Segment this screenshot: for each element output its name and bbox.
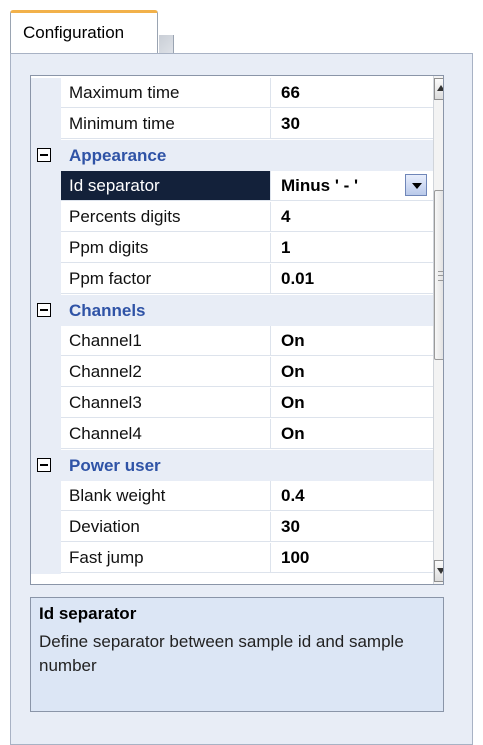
property-value[interactable]: 30 (271, 512, 433, 542)
property-value[interactable]: 4 (271, 202, 433, 232)
row-gutter (31, 388, 61, 419)
collapse-icon[interactable] (37, 303, 51, 317)
property-row[interactable]: Channel2 On (31, 357, 433, 388)
property-name[interactable]: Channel2 (61, 357, 271, 387)
tab-strip: Configuration (0, 0, 483, 66)
property-name[interactable]: Ppm digits (61, 233, 271, 263)
property-row[interactable]: Percents digits 4 (31, 202, 433, 233)
property-row[interactable]: Maximum time 66 (31, 78, 433, 109)
property-name[interactable]: Maximum time (61, 78, 271, 108)
property-row[interactable]: Blank weight 0.4 (31, 481, 433, 512)
property-value[interactable]: On (271, 326, 433, 356)
row-gutter (31, 109, 61, 140)
property-value[interactable]: 100 (271, 543, 433, 573)
vertical-scrollbar[interactable] (433, 76, 443, 584)
property-value[interactable]: 30 (271, 109, 433, 139)
property-name[interactable]: Percents digits (61, 202, 271, 232)
category-title: Power user (69, 456, 161, 475)
row-gutter (31, 543, 61, 574)
property-grid: Maximum time 66 Minimum time 30 Appearance Id… (30, 75, 444, 585)
row-gutter (31, 171, 61, 202)
row-gutter (31, 264, 61, 295)
property-value[interactable]: On (271, 388, 433, 418)
collapse-icon[interactable] (37, 148, 51, 162)
scroll-up-icon[interactable] (434, 78, 443, 100)
description-text: Define separator between sample id and s… (39, 632, 404, 675)
property-row[interactable]: Fast jump 100 (31, 543, 433, 574)
property-row[interactable]: Deviation 30 (31, 512, 433, 543)
property-value[interactable]: 0.01 (271, 264, 433, 294)
collapse-icon[interactable] (37, 458, 51, 472)
tab-label: Configuration (23, 23, 125, 42)
row-gutter (31, 357, 61, 388)
property-name[interactable]: Deviation (61, 512, 271, 542)
property-row[interactable]: Channel4 On (31, 419, 433, 450)
row-gutter (31, 512, 61, 543)
row-gutter (31, 78, 61, 109)
property-value[interactable]: On (271, 419, 433, 449)
scroll-down-icon[interactable] (434, 560, 443, 582)
category-row[interactable]: Appearance (31, 140, 433, 171)
property-value[interactable]: On (271, 357, 433, 387)
property-name[interactable]: Channel4 (61, 419, 271, 449)
dropdown-arrow-icon[interactable] (405, 174, 427, 196)
property-row[interactable]: Channel3 On (31, 388, 433, 419)
category-title: Appearance (69, 146, 167, 165)
tab-configuration[interactable]: Configuration (10, 10, 174, 66)
property-name[interactable]: Ppm factor (61, 264, 271, 294)
property-name[interactable]: Fast jump (61, 543, 271, 573)
category-row[interactable]: Power user (31, 450, 433, 481)
property-name[interactable]: Minimum time (61, 109, 271, 139)
property-name[interactable]: Blank weight (61, 481, 271, 511)
property-value[interactable]: 66 (271, 78, 433, 108)
description-title: Id separator (39, 604, 137, 623)
property-name[interactable]: Id separator (61, 171, 271, 201)
scroll-grip-icon (438, 271, 443, 281)
row-gutter (31, 481, 61, 512)
property-value[interactable]: 1 (271, 233, 433, 263)
row-gutter (31, 202, 61, 233)
property-name[interactable]: Channel3 (61, 388, 271, 418)
property-row[interactable]: Minimum time 30 (31, 109, 433, 140)
property-name[interactable]: Channel1 (61, 326, 271, 356)
property-row[interactable]: Ppm factor 0.01 (31, 264, 433, 295)
description-pane: Id separator Define separator between sa… (30, 597, 444, 712)
property-row[interactable]: Id separator Minus ' - ' (31, 171, 433, 202)
row-gutter (31, 419, 61, 450)
category-row[interactable]: Channels (31, 295, 433, 326)
category-title: Channels (69, 301, 146, 320)
scroll-thumb[interactable] (434, 190, 443, 360)
row-gutter (31, 326, 61, 357)
property-row[interactable]: Channel1 On (31, 326, 433, 357)
property-value[interactable]: 0.4 (271, 481, 433, 511)
property-row[interactable]: Ppm digits 1 (31, 233, 433, 264)
row-gutter (31, 233, 61, 264)
